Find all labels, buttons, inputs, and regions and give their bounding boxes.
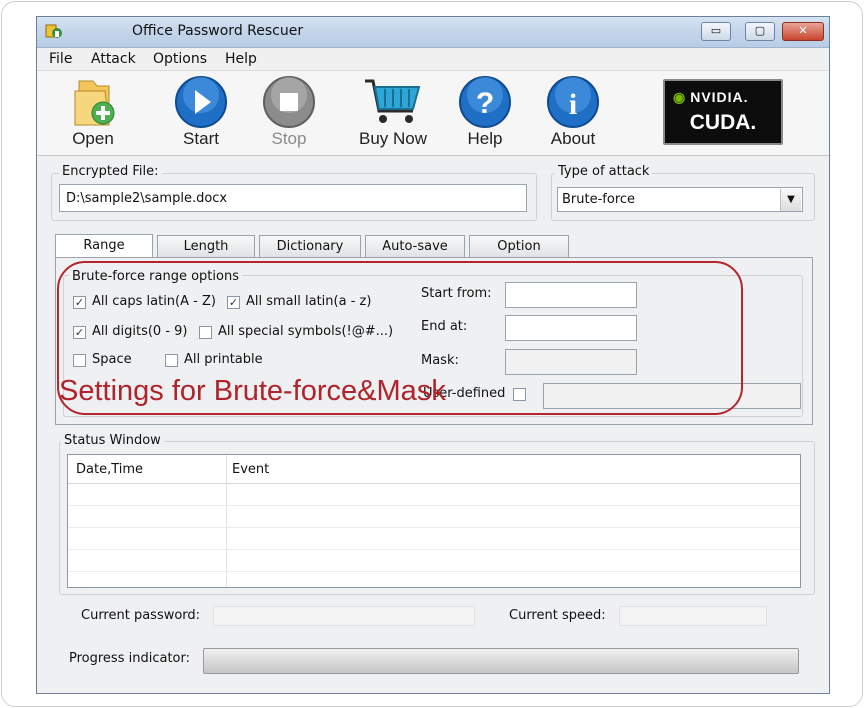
help-label: Help: [467, 129, 503, 148]
buy-now-button[interactable]: Buy Now: [353, 75, 433, 153]
menu-options[interactable]: Options: [153, 51, 207, 67]
close-button[interactable]: ✕: [782, 22, 824, 41]
annotation-text: Settings for Brute-force&Mask: [59, 375, 446, 407]
tab-range[interactable]: Range: [55, 234, 153, 258]
svg-text:i: i: [569, 88, 577, 121]
help-button[interactable]: ? Help: [445, 75, 525, 153]
status-window-title: Status Window: [61, 433, 164, 448]
list-row-line: [68, 505, 800, 506]
play-icon: [175, 76, 227, 128]
column-event[interactable]: Event: [232, 462, 269, 477]
buy-now-label: Buy Now: [358, 129, 428, 148]
nvidia-eye-icon: ◉: [673, 89, 687, 105]
help-icon: ?: [459, 76, 511, 128]
column-date-time[interactable]: Date,Time: [76, 462, 143, 477]
svg-text:?: ?: [476, 87, 494, 120]
progress-indicator-label: Progress indicator:: [69, 651, 190, 666]
info-icon: i: [547, 76, 599, 128]
menu-attack[interactable]: Attack: [91, 51, 136, 67]
current-speed-value: [619, 606, 767, 626]
stop-icon: [263, 76, 315, 128]
current-speed-label: Current speed:: [509, 608, 606, 623]
encrypted-file-label: Encrypted File:: [59, 164, 162, 179]
tab-dictionary[interactable]: Dictionary: [259, 235, 361, 257]
maximize-button[interactable]: ▢: [745, 22, 775, 41]
attack-type-value: Brute-force: [562, 192, 636, 207]
list-row-line: [68, 571, 800, 572]
toolbar: Open Start Stop Buy Now ? Help i About ◉…: [37, 71, 829, 156]
about-label: About: [550, 129, 596, 148]
list-row-line: [68, 527, 800, 528]
folder-icon: [74, 80, 115, 126]
nvidia-cuda-logo: ◉ NVIDIA. CUDA.: [663, 79, 783, 145]
current-password-label: Current password:: [81, 608, 201, 623]
open-button[interactable]: Open: [53, 75, 133, 153]
menu-bar: File Attack Options Help: [37, 48, 829, 71]
tab-auto-save[interactable]: Auto-save: [365, 235, 465, 257]
window-title: Office Password Rescuer: [132, 23, 304, 39]
attack-type-label: Type of attack: [555, 164, 653, 179]
menu-file[interactable]: File: [49, 51, 72, 67]
cart-icon: [365, 79, 421, 123]
progress-bar: [203, 648, 799, 674]
status-list[interactable]: Date,Time Event: [67, 454, 801, 588]
nvidia-brand: NVIDIA.: [690, 89, 749, 105]
start-button[interactable]: Start: [161, 75, 241, 153]
encrypted-file-input[interactable]: D:\sample2\sample.docx: [59, 184, 527, 212]
stop-label: Stop: [271, 129, 307, 148]
start-label: Start: [183, 129, 219, 148]
menu-help[interactable]: Help: [225, 51, 257, 67]
list-row-line: [68, 549, 800, 550]
open-label: Open: [72, 129, 114, 148]
chevron-down-icon[interactable]: ▼: [780, 189, 801, 211]
minimize-button[interactable]: ▭: [701, 22, 731, 41]
stop-button[interactable]: Stop: [249, 75, 329, 153]
title-bar[interactable]: Office Password Rescuer ▭ ▢ ✕: [37, 17, 829, 48]
tab-option[interactable]: Option: [469, 235, 569, 257]
app-icon: [45, 24, 62, 38]
cuda-text: CUDA.: [689, 111, 757, 134]
status-list-header: Date,Time Event: [68, 455, 800, 484]
app-window: Office Password Rescuer ▭ ▢ ✕ File Attac…: [36, 16, 830, 694]
tab-length[interactable]: Length: [157, 235, 255, 257]
about-button[interactable]: i About: [533, 75, 613, 153]
current-password-value: [213, 606, 475, 626]
column-divider: [226, 455, 227, 587]
attack-type-select[interactable]: Brute-force ▼: [557, 187, 803, 212]
